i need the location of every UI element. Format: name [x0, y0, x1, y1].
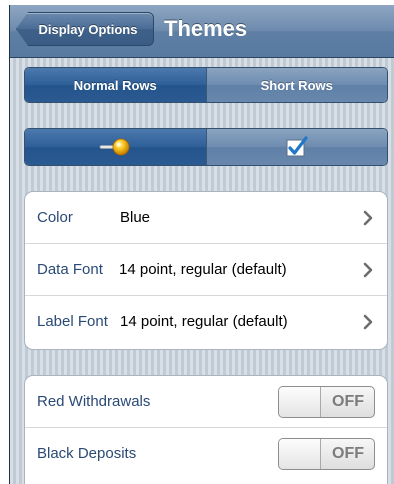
chevron-right-icon — [363, 314, 373, 330]
label-font-row[interactable]: Label Font 14 point, regular (default) — [25, 296, 387, 348]
icon-segmented-control — [24, 128, 388, 166]
row-height-segmented-control: Normal Rows Short Rows — [24, 67, 388, 103]
segment-normal-rows[interactable]: Normal Rows — [25, 68, 206, 102]
app-frame: Display Options Themes Normal Rows Short… — [0, 0, 394, 484]
data-font-label: Data Font — [37, 261, 103, 278]
red-withdrawals-label: Red Withdrawals — [37, 393, 151, 410]
pin-icon — [99, 138, 130, 156]
appearance-settings-group: Color Blue Data Font 14 point, regular (… — [24, 191, 388, 350]
label-font-value: 14 point, regular (default) — [120, 313, 288, 330]
black-deposits-switch[interactable]: OFF — [278, 438, 375, 470]
checkbox-check-icon — [286, 136, 308, 157]
color-value: Blue — [120, 209, 151, 226]
themes-screen: Display Options Themes Normal Rows Short… — [9, 5, 394, 484]
label-font-label: Label Font — [37, 313, 108, 330]
switch-state: OFF — [332, 393, 364, 410]
data-font-value: 14 point, regular (default) — [119, 261, 287, 278]
segment-short-rows[interactable]: Short Rows — [205, 68, 387, 102]
color-row[interactable]: Color Blue — [25, 192, 387, 244]
segment-pin[interactable] — [25, 129, 206, 165]
data-font-row[interactable]: Data Font 14 point, regular (default) — [25, 244, 387, 296]
switch-knob — [279, 387, 321, 417]
back-button[interactable]: Display Options — [16, 12, 154, 46]
navigation-bar: Display Options Themes — [10, 5, 394, 58]
black-deposits-row: Black Deposits OFF — [25, 428, 387, 480]
segment-checkbox[interactable] — [205, 129, 387, 165]
switch-state: OFF — [332, 445, 364, 462]
chevron-right-icon — [363, 262, 373, 278]
black-deposits-label: Black Deposits — [37, 445, 137, 462]
red-withdrawals-switch[interactable]: OFF — [278, 386, 375, 418]
color-label: Color — [37, 209, 73, 226]
page-title: Themes — [164, 16, 248, 41]
switch-knob — [279, 439, 321, 469]
red-withdrawals-row: Red Withdrawals OFF — [25, 376, 387, 428]
toggle-settings-group: Red Withdrawals OFF Black Deposits OFF — [24, 375, 388, 484]
chevron-right-icon — [363, 210, 373, 226]
